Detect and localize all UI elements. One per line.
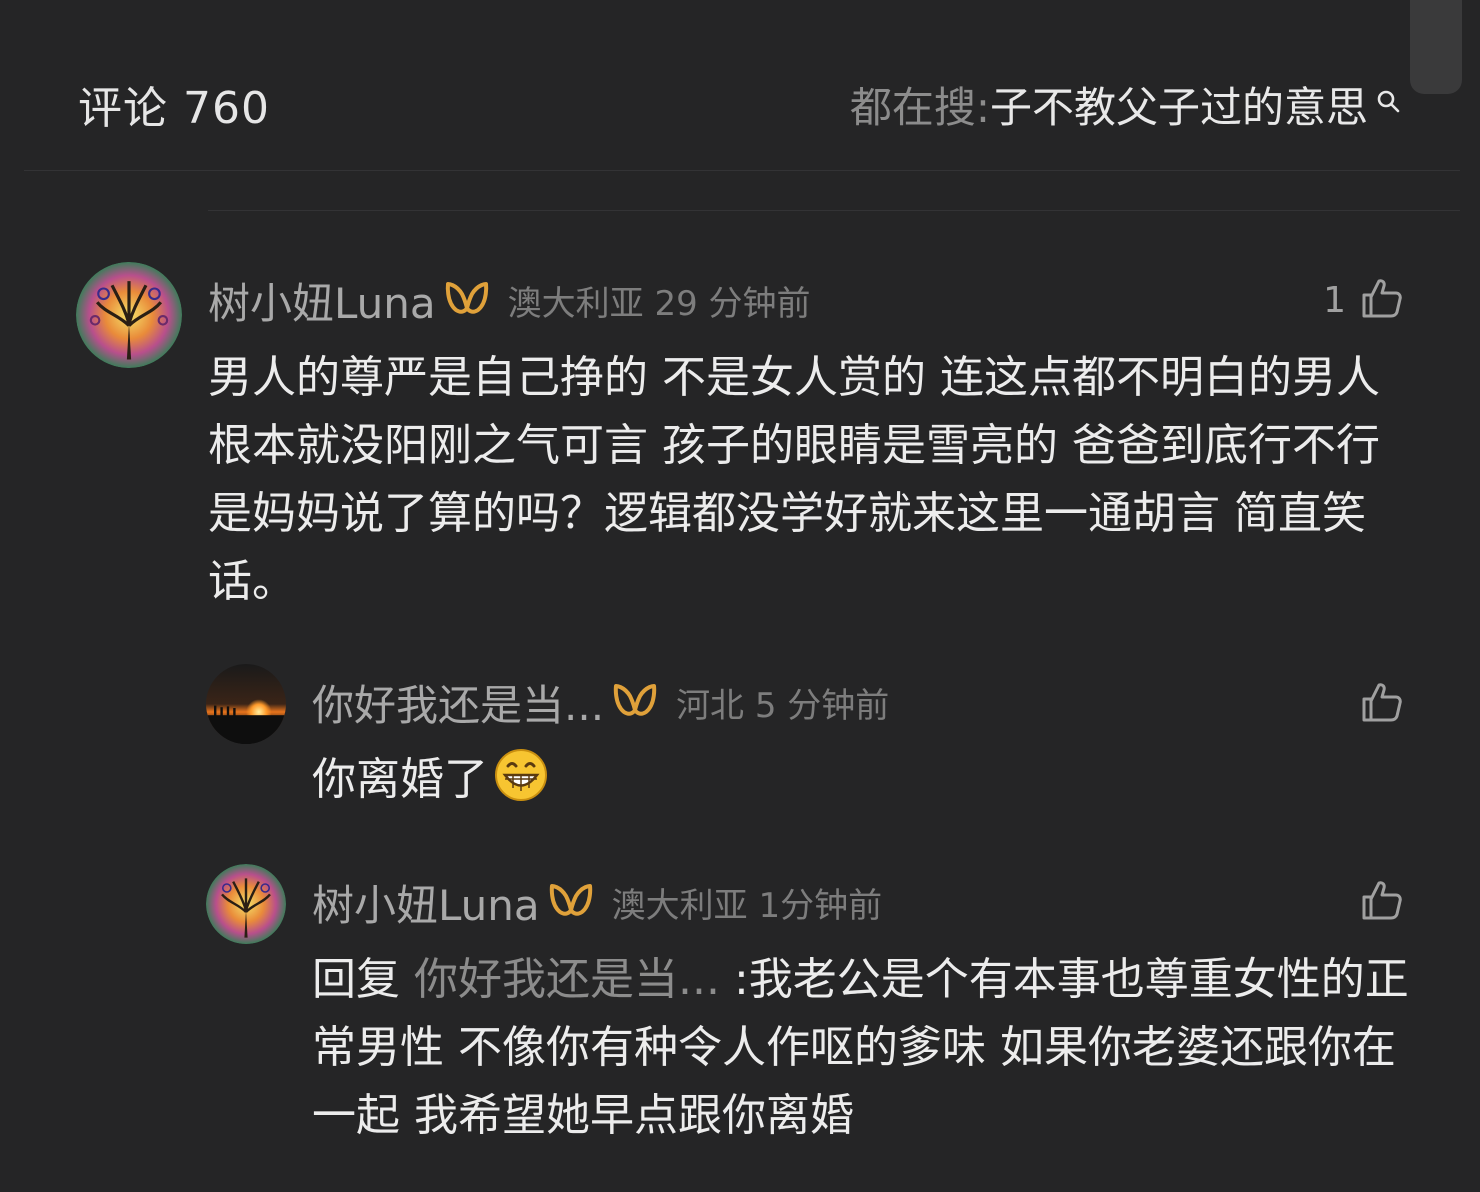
like-count: 1 (1323, 279, 1346, 321)
reply-meta: 树小妞Luna 澳大利亚 1分钟前 (312, 874, 882, 930)
member-badge-icon (548, 880, 594, 924)
comment-divider (208, 210, 1460, 211)
reply-target-username[interactable]: 你好我还是当... (414, 954, 720, 1005)
thumbs-up-icon (1360, 276, 1404, 324)
comment-meta: 树小妞Luna 澳大利亚 29 分钟前 (208, 272, 811, 328)
avatar[interactable] (76, 262, 182, 368)
reply-text: 回复 你好我还是当... :我老公是个有本事也尊重女性的正常男性 不像你有种令人… (312, 946, 1412, 1150)
reply-text: 你离婚了 (312, 746, 1412, 822)
username[interactable]: 树小妞Luna (208, 270, 436, 331)
comment-count-title: 评论 760 (78, 83, 270, 134)
grinning-face-icon (494, 748, 548, 822)
thumbs-up-icon (1360, 680, 1404, 728)
thumbs-up-icon (1360, 878, 1404, 926)
avatar[interactable] (206, 864, 286, 944)
like-button[interactable]: 1 (1323, 276, 1404, 324)
header-divider (24, 170, 1460, 171)
hot-search-link[interactable]: 都在搜: 子不教父子过的意思 (850, 74, 1402, 135)
hot-search-label: 都在搜: (849, 83, 990, 132)
member-badge-icon (612, 680, 658, 724)
like-button[interactable] (1360, 878, 1404, 926)
avatar[interactable] (206, 664, 286, 744)
location-time: 河北 5 分钟前 (676, 685, 890, 726)
reply-prefix: 回复 (312, 954, 414, 1005)
member-badge-icon (444, 278, 490, 322)
search-icon (1376, 76, 1402, 125)
comment-text: 男人的尊严是自己挣的 不是女人赏的 连这点都不明白的男人根本就没阳刚之气可言 孩… (208, 352, 1380, 607)
location-time: 澳大利亚 29 分钟前 (507, 283, 811, 324)
comments-header: 评论 760 都在搜: 子不教父子过的意思 (0, 0, 1480, 170)
hot-search-query: 子不教父子过的意思 (989, 83, 1368, 132)
username[interactable]: 树小妞Luna (312, 872, 540, 933)
username[interactable]: 你好我还是当... (312, 672, 604, 733)
location-time: 澳大利亚 1分钟前 (611, 885, 883, 926)
like-button[interactable] (1360, 680, 1404, 728)
reply-text-content: 你离婚了 (312, 754, 488, 805)
reply-meta: 你好我还是当... 河北 5 分钟前 (312, 674, 889, 730)
